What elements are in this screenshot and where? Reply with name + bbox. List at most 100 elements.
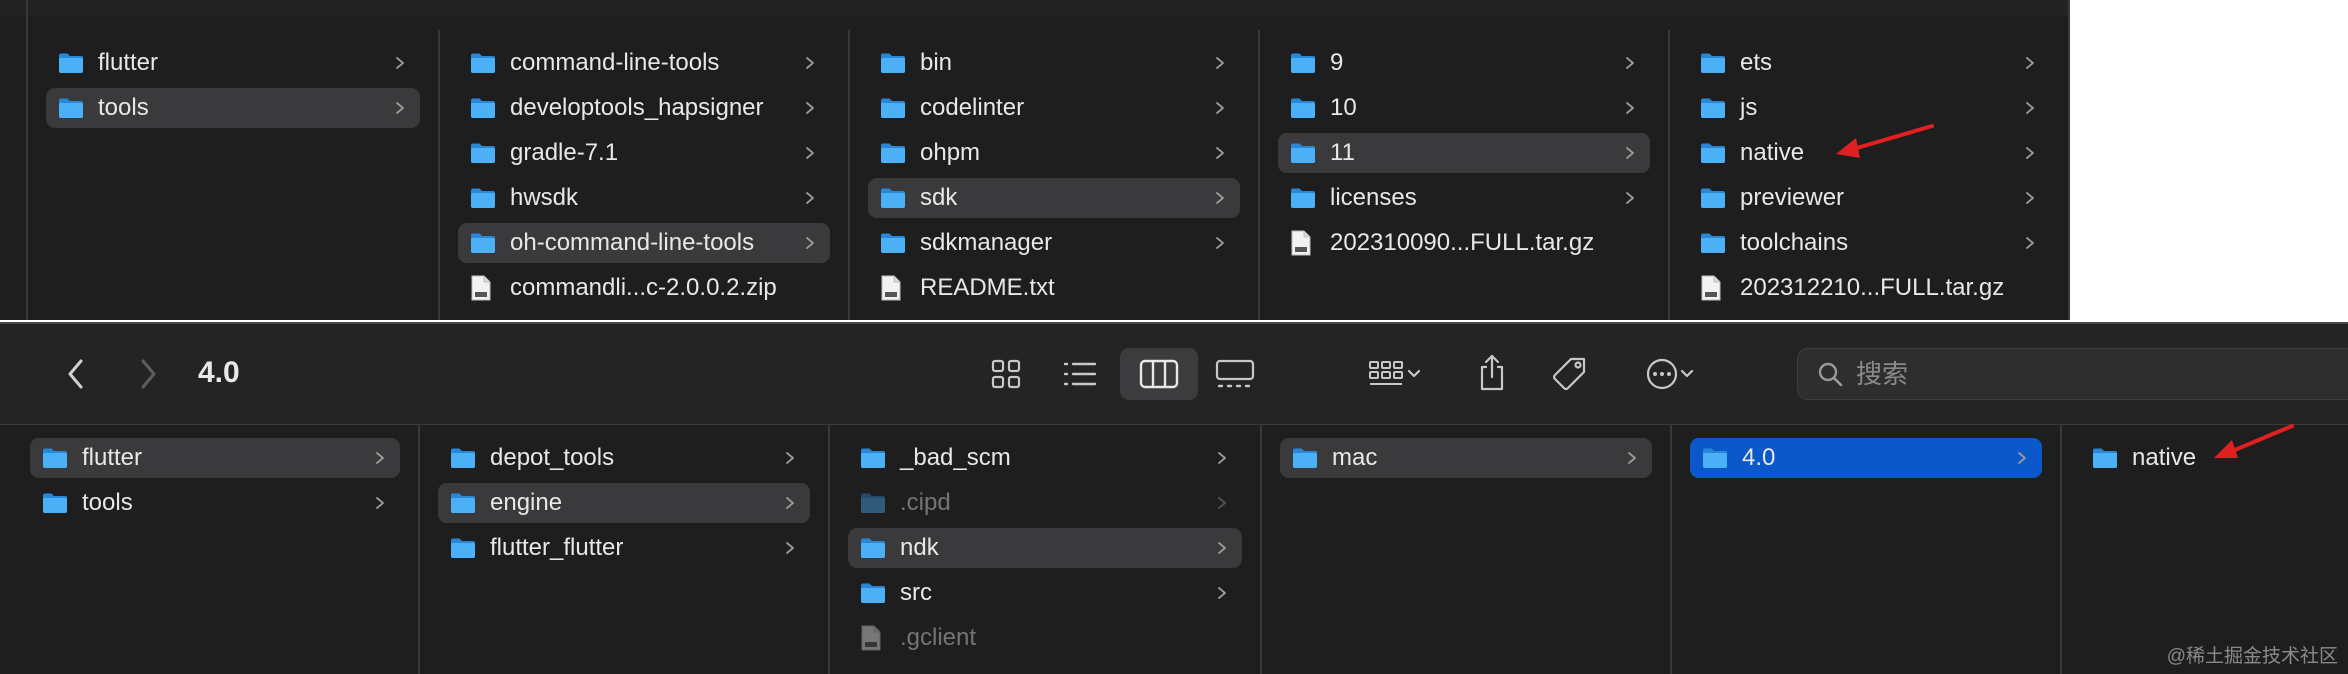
icon-view-icon — [991, 359, 1021, 389]
folder-item-flutter[interactable]: flutter — [30, 438, 400, 478]
folder-item-oh-command-line-tools[interactable]: oh-command-line-tools — [458, 223, 830, 263]
chevron-right-icon — [1622, 190, 1638, 206]
folder-item-mac[interactable]: mac — [1280, 438, 1652, 478]
folder-item-10[interactable]: 10 — [1278, 88, 1650, 128]
folder-item-9[interactable]: 9 — [1278, 43, 1650, 83]
item-label: depot_tools — [490, 444, 615, 471]
forward-button[interactable] — [128, 352, 168, 396]
folder-item-bad-scm[interactable]: _bad_scm — [848, 438, 1242, 478]
item-label: gradle-7.1 — [510, 139, 619, 166]
finder-column-4[interactable]: 9 10 11 licenses 202310090...FULL.tar.gz — [1260, 30, 1670, 320]
folder-item-depot-tools[interactable]: depot_tools — [438, 438, 810, 478]
folder-item-sdkmanager[interactable]: sdkmanager — [868, 223, 1240, 263]
folder-item-sdk[interactable]: sdk — [868, 178, 1240, 218]
item-label: sdk — [920, 184, 958, 211]
toolbar: 4.0 — [0, 324, 2348, 425]
folder-item-flutter-flutter[interactable]: flutter_flutter — [438, 528, 810, 568]
folder-icon — [2092, 445, 2118, 471]
share-button[interactable] — [1472, 348, 1512, 398]
file-item-202310090-full-tar-gz[interactable]: 202310090...FULL.tar.gz — [1278, 223, 1650, 263]
item-label: 10 — [1330, 94, 1357, 121]
icon-view-button[interactable] — [984, 352, 1028, 396]
item-label: command-line-tools — [510, 49, 720, 76]
group-by-button[interactable] — [1360, 352, 1430, 396]
chevron-right-icon — [1212, 235, 1228, 251]
item-label: sdkmanager — [920, 229, 1053, 256]
folder-item-ndk[interactable]: ndk — [848, 528, 1242, 568]
item-label: bin — [920, 49, 953, 76]
file-item-202312210-full-tar-gz[interactable]: 202312210...FULL.tar.gz — [1688, 268, 2050, 308]
folder-item-flutter[interactable]: flutter — [46, 43, 420, 83]
folder-icon — [880, 185, 906, 211]
finder-column-5[interactable]: ets js native previewer toolchains 202312210.… — [1670, 30, 2068, 320]
chevron-right-icon — [1214, 450, 1230, 466]
back-button[interactable] — [56, 352, 96, 396]
folder-icon — [470, 50, 496, 76]
folder-item-codelinter[interactable]: codelinter — [868, 88, 1240, 128]
folder-icon — [1700, 185, 1726, 211]
watermark: @稀土掘金技术社区 — [2166, 646, 2338, 667]
item-label: ohpm — [920, 139, 981, 166]
finder-column-3[interactable]: _bad_scm .cipd ndk src .gclient — [830, 424, 1262, 674]
column-view-button[interactable] — [1120, 348, 1198, 400]
folder-item-11[interactable]: 11 — [1278, 133, 1650, 173]
more-actions-button[interactable] — [1634, 352, 1706, 396]
folder-icon — [860, 445, 886, 471]
folder-item-engine[interactable]: engine — [438, 483, 810, 523]
folder-icon — [42, 445, 68, 471]
file-item-gclient[interactable]: .gclient — [848, 618, 1242, 658]
folder-item-tools[interactable]: tools — [30, 483, 400, 523]
chevron-right-icon — [2022, 100, 2038, 116]
share-icon — [1480, 354, 1504, 391]
finder-column-2[interactable]: command-line-tools developtools_hapsigner… — [440, 30, 850, 320]
folder-item-command-line-tools[interactable]: command-line-tools — [458, 43, 830, 83]
finder-column-2[interactable]: depot_toolsengine flutter_flutter — [420, 424, 830, 674]
chevron-right-icon — [1214, 495, 1230, 511]
item-label: 4.0 — [1742, 444, 1776, 471]
chevron-right-icon — [782, 540, 798, 556]
file-item-commandli-c-2-0-0-2-zip[interactable]: commandli...c-2.0.0.2.zip — [458, 268, 830, 308]
folder-item-licenses[interactable]: licenses — [1278, 178, 1650, 218]
item-label: native — [1740, 139, 1805, 166]
folder-item-4-0[interactable]: 4.0 — [1690, 438, 2042, 478]
search-field[interactable] — [1797, 348, 2348, 400]
chevron-right-icon — [782, 495, 798, 511]
item-label: 202312210...FULL.tar.gz — [1740, 274, 2005, 301]
tag-button[interactable] — [1548, 350, 1592, 398]
folder-icon — [860, 490, 886, 516]
chevron-right-icon — [2022, 55, 2038, 71]
finder-column-3[interactable]: bin codelinter ohpm sdk sdkmanager README.txt — [850, 30, 1260, 320]
search-input[interactable] — [1854, 357, 2278, 391]
more-icon — [1646, 358, 1678, 390]
folder-item-previewer[interactable]: previewer — [1688, 178, 2050, 218]
folder-item-gradle-7-1[interactable]: gradle-7.1 — [458, 133, 830, 173]
top-finder-window: flutter tools command-line-tools developto… — [0, 0, 2070, 320]
folder-item-src[interactable]: src — [848, 573, 1242, 613]
folder-item-developtools-hapsigner[interactable]: developtools_hapsigner — [458, 88, 830, 128]
chevron-right-icon — [1214, 585, 1230, 601]
list-view-icon — [1063, 362, 1097, 386]
top-window-titlebar-strip — [0, 0, 2068, 16]
finder-column-4[interactable]: mac — [1262, 424, 1672, 674]
folder-item-tools[interactable]: tools — [46, 88, 420, 128]
folder-item-cipd[interactable]: .cipd — [848, 483, 1242, 523]
folder-item-bin[interactable]: bin — [868, 43, 1240, 83]
folder-item-ets[interactable]: ets — [1688, 43, 2050, 83]
folder-icon — [450, 445, 476, 471]
folder-item-toolchains[interactable]: toolchains — [1688, 223, 2050, 263]
finder-column-5[interactable]: 4.0 — [1672, 424, 2062, 674]
folder-icon — [450, 535, 476, 561]
gallery-view-button[interactable] — [1210, 352, 1260, 396]
folder-item-ohpm[interactable]: ohpm — [868, 133, 1240, 173]
chevron-right-icon — [1622, 145, 1638, 161]
chevron-right-icon — [802, 100, 818, 116]
chevron-right-icon — [1214, 540, 1230, 556]
folder-icon — [1700, 95, 1726, 121]
finder-column-1[interactable]: flutter tools — [28, 30, 440, 320]
file-item-readme-txt[interactable]: README.txt — [868, 268, 1240, 308]
folder-item-hwsdk[interactable]: hwsdk — [458, 178, 830, 218]
finder-column-1[interactable]: flutter tools — [0, 424, 420, 674]
list-view-button[interactable] — [1056, 352, 1104, 396]
item-label: oh-command-line-tools — [510, 229, 755, 256]
folder-icon — [1290, 50, 1316, 76]
